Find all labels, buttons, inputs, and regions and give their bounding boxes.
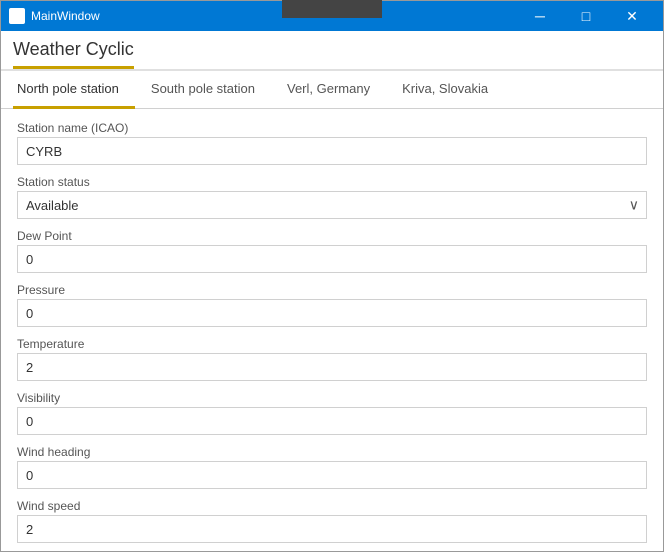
wind-heading-group: Wind heading [17,445,647,489]
tab-verl-germany[interactable]: Verl, Germany [271,71,386,109]
temperature-input[interactable] [17,353,647,381]
app-icon [9,8,25,24]
tabs-bar: North pole station South pole station Ve… [1,71,663,109]
wind-speed-group: Wind speed [17,499,647,543]
window-title: MainWindow [31,9,100,23]
station-name-input[interactable] [17,137,647,165]
station-status-group: Station status Available Unavailable ∨ [17,175,647,219]
title-bar-controls: ─ □ ✕ [517,1,655,31]
wind-speed-label: Wind speed [17,499,647,513]
wind-heading-label: Wind heading [17,445,647,459]
pressure-input[interactable] [17,299,647,327]
visibility-label: Visibility [17,391,647,405]
station-name-label: Station name (ICAO) [17,121,647,135]
app-header: Weather Cyclic [1,31,663,71]
main-window: MainWindow ─ □ ✕ Weather Cyclic North po… [0,0,664,552]
temperature-label: Temperature [17,337,647,351]
taskbar-preview [282,0,382,18]
wind-speed-input[interactable] [17,515,647,543]
app-title: Weather Cyclic [13,39,134,69]
station-status-wrapper: Available Unavailable ∨ [17,191,647,219]
dew-point-input[interactable] [17,245,647,273]
station-status-select[interactable]: Available Unavailable [17,191,647,219]
station-status-label: Station status [17,175,647,189]
tab-north-pole[interactable]: North pole station [13,71,135,109]
form-content: Station name (ICAO) Station status Avail… [1,109,663,551]
tab-kriva-slovakia[interactable]: Kriva, Slovakia [386,71,504,109]
maximize-button[interactable]: □ [563,1,609,31]
wind-heading-input[interactable] [17,461,647,489]
dew-point-label: Dew Point [17,229,647,243]
pressure-label: Pressure [17,283,647,297]
title-bar-left: MainWindow [9,8,100,24]
visibility-group: Visibility [17,391,647,435]
tab-south-pole[interactable]: South pole station [135,71,271,109]
minimize-button[interactable]: ─ [517,1,563,31]
pressure-group: Pressure [17,283,647,327]
close-button[interactable]: ✕ [609,1,655,31]
dew-point-group: Dew Point [17,229,647,273]
visibility-input[interactable] [17,407,647,435]
station-name-group: Station name (ICAO) [17,121,647,165]
temperature-group: Temperature [17,337,647,381]
